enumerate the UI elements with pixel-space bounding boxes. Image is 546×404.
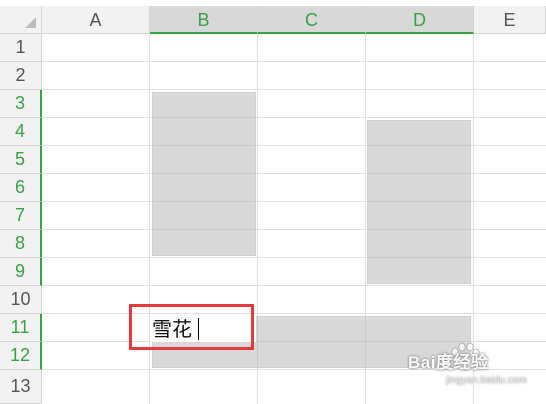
row-header-9[interactable]: 9 [0,258,42,286]
spreadsheet: ABCDE 1 2 3 4 5 6 7 8 9 10 11 12 13 雪花 Bai度经验 jingya… [0,0,546,404]
row-header-6[interactable]: 6 [0,174,42,202]
watermark-url: jingyan.baidu.com [446,375,527,386]
gridline-horizontal [42,285,546,286]
column-header-a[interactable]: A [42,6,150,34]
selection-cell-divider [368,257,470,258]
selection-cell-divider [368,173,470,174]
gridline-horizontal [42,117,546,118]
row-header-8[interactable]: 8 [0,230,42,258]
row-header-5[interactable]: 5 [0,146,42,174]
row-header-1[interactable]: 1 [0,34,42,62]
selection-cell-divider [257,317,258,367]
row-header-11[interactable]: 11 [0,314,42,342]
watermark-logo-text: Bai度经验 [408,353,489,372]
select-all-triangle-icon [25,17,36,28]
selection-cell-divider [365,317,366,367]
row-header-10[interactable]: 10 [0,286,42,314]
selection-cell-divider [368,201,470,202]
gridline-horizontal [42,89,546,90]
gridline-horizontal [42,61,546,62]
selection-cell-divider [153,145,255,146]
column-header-d[interactable]: D [366,6,474,34]
gridline-horizontal [42,313,546,314]
row-header-7[interactable]: 7 [0,202,42,230]
row-header-2[interactable]: 2 [0,62,42,90]
row-header-12[interactable]: 12 [0,342,42,370]
selection-cell-divider [368,229,470,230]
selection-cell-divider [153,201,255,202]
highlight-box [129,304,254,350]
row-header-4[interactable]: 4 [0,118,42,146]
column-header-b[interactable]: B [150,6,258,34]
column-header-c[interactable]: C [258,6,366,34]
selection-cell-divider [153,117,255,118]
select-all-corner[interactable] [0,6,42,34]
selection-cell-divider [153,229,255,230]
row-header-13[interactable]: 13 [0,370,42,404]
row-header-3[interactable]: 3 [0,90,42,118]
column-header-e[interactable]: E [474,6,546,34]
selection-cell-divider [368,145,470,146]
selection-cell-divider [153,173,255,174]
